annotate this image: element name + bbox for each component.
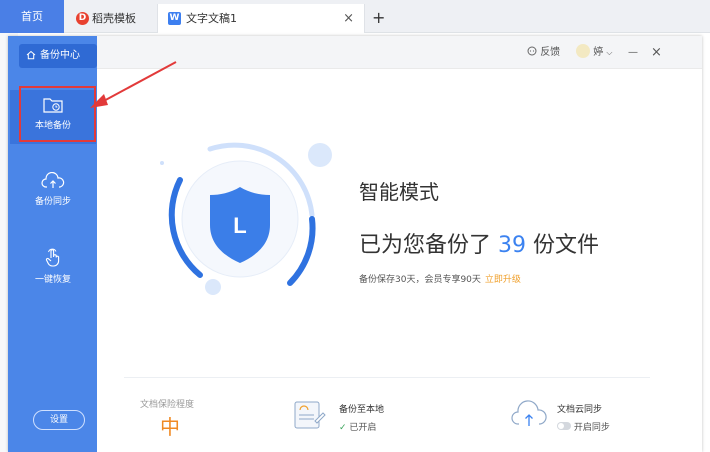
divider: [124, 377, 650, 378]
protection-level-label: 文档保险程度: [140, 400, 195, 410]
daoke-logo-icon: D: [76, 12, 89, 25]
shield-illustration: L: [160, 142, 332, 295]
tab-bar: 首页 D 稻壳模板 W 文字文稿1 × +: [0, 0, 710, 33]
backup-prefix: 已为您备份了: [359, 233, 492, 258]
backup-summary: 已为您备份了 39 份文件: [359, 227, 599, 259]
close-window-button[interactable]: ×: [651, 36, 662, 69]
toggle-switch[interactable]: [557, 422, 571, 430]
backup-count: 39: [498, 233, 527, 258]
feedback-label: 反馈: [540, 47, 561, 58]
retention-text: 备份保存30天，会员专享90天: [359, 275, 481, 285]
feedback-button[interactable]: 反馈: [527, 36, 560, 69]
cloud-sync-title: 文档云同步: [557, 405, 603, 415]
tab-daoke-template[interactable]: D 稻壳模板: [66, 4, 156, 33]
writer-doc-icon: W: [168, 12, 181, 25]
local-backup-status-text: 已开启: [349, 423, 377, 433]
cloud-sync-status-text: 开启同步: [573, 423, 610, 433]
minimize-button[interactable]: —: [628, 36, 638, 69]
protection-level-value: 中: [160, 415, 180, 439]
tab-home-label: 首页: [21, 10, 43, 23]
feedback-icon: [527, 46, 537, 56]
new-tab-button[interactable]: +: [372, 4, 385, 31]
tab-home[interactable]: 首页: [0, 0, 64, 33]
chevron-down-icon: ⌵: [606, 48, 613, 57]
home-icon: [26, 50, 36, 60]
annotation-arrow: [90, 61, 177, 108]
cloud-upload-icon: [41, 172, 65, 188]
tab-daoke-label: 稻壳模板: [92, 12, 136, 25]
local-backup-status: ✓ 已开启: [339, 420, 376, 433]
sidebar-item-label: 一键恢复: [34, 275, 71, 285]
sidebar-item-one-click-restore[interactable]: 一键恢复: [10, 242, 96, 296]
sidebar-item-label: 备份同步: [34, 197, 71, 207]
backup-suffix: 份文件: [533, 233, 600, 258]
hand-pointer-icon: [45, 248, 60, 267]
shield-letter: L: [233, 213, 246, 238]
check-icon: ✓: [339, 423, 347, 433]
backup-center-label: 备份中心: [40, 50, 80, 61]
avatar: [576, 44, 590, 58]
mode-title: 智能模式: [359, 180, 439, 204]
tab-document-label: 文字文稿1: [186, 12, 237, 25]
cloud-sync-icon: [511, 400, 547, 426]
user-name: 婷: [593, 47, 604, 58]
sidebar-item-backup-sync[interactable]: 备份同步: [10, 166, 96, 220]
tab-document[interactable]: W 文字文稿1 ×: [157, 4, 365, 33]
local-doc-icon: [294, 401, 326, 429]
local-backup-title: 备份至本地: [339, 405, 385, 415]
retention-note: 备份保存30天，会员专享90天 立即升级: [359, 272, 521, 285]
settings-button[interactable]: 设置: [33, 410, 85, 430]
upgrade-link[interactable]: 立即升级: [485, 275, 521, 285]
close-tab-icon[interactable]: ×: [343, 4, 354, 33]
cloud-sync-toggle[interactable]: 开启同步: [557, 420, 610, 433]
user-menu[interactable]: 婷 ⌵: [576, 36, 612, 69]
